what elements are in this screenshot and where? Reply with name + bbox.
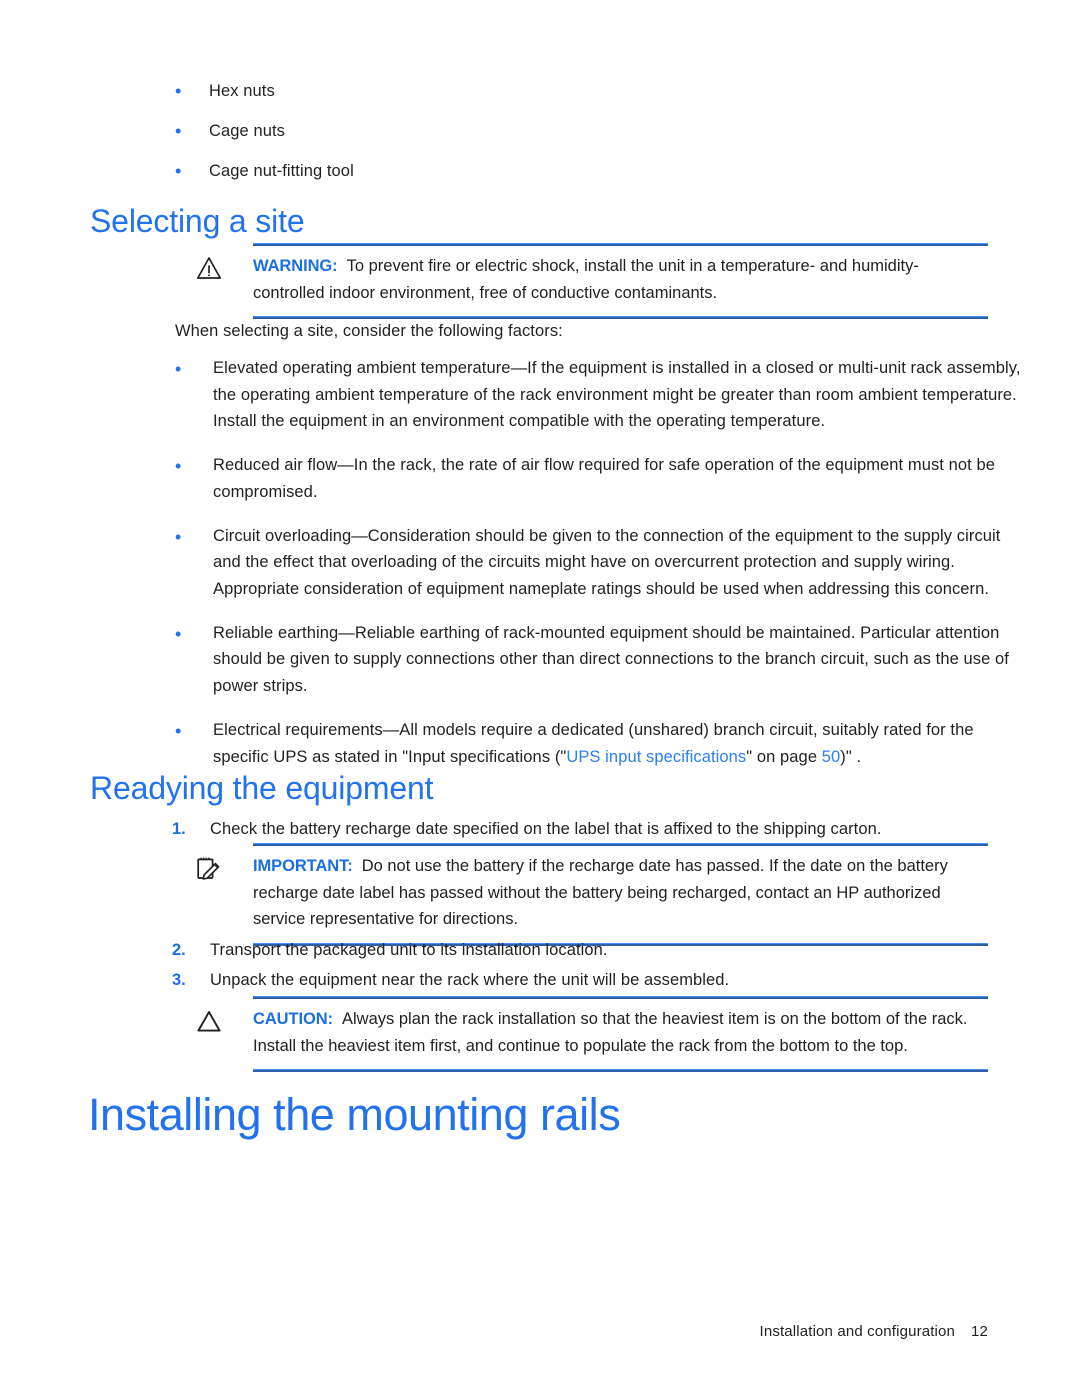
- page-number-link[interactable]: 50: [822, 748, 841, 766]
- bullet-icon: •: [175, 720, 182, 741]
- bullet-icon: •: [175, 120, 182, 141]
- chapter-heading-installing-the-mounting-rails: Installing the mounting rails: [88, 1089, 621, 1140]
- electrical-text-after: )" .: [840, 747, 862, 766]
- step-number: 3.: [172, 971, 186, 989]
- list-item-label: Cage nut-fitting tool: [209, 161, 354, 180]
- list-item: • Hex nuts: [0, 78, 1080, 106]
- warning-note-content: WARNING: To prevent fire or electric shoc…: [196, 246, 988, 310]
- parts-list: • Hex nuts • Cage nuts • Cage nut-fittin…: [0, 78, 1080, 198]
- bullet-icon: •: [175, 160, 182, 181]
- list-item-label: Reliable earthing—Reliable earthing of r…: [213, 623, 1009, 696]
- list-item: • Reliable earthing—Reliable earthing of…: [0, 620, 1080, 700]
- ups-input-specifications-link[interactable]: UPS input specifications: [566, 748, 746, 766]
- warning-label: WARNING:: [253, 257, 338, 275]
- caution-note-box: CAUTION: Always plan the rack installatio…: [196, 996, 988, 1073]
- list-item-label: Electrical requirements—All models requi…: [213, 717, 1028, 770]
- list-item: • Cage nuts: [0, 118, 1080, 146]
- footer-page-number: 12: [971, 1323, 988, 1340]
- important-note-content: IMPORTANT: Do not use the battery if the …: [196, 846, 988, 937]
- warning-body: To prevent fire or electric shock, insta…: [253, 257, 919, 302]
- bullet-icon: •: [175, 359, 182, 379]
- list-item-step-3: 3. Unpack the equipment near the rack wh…: [0, 967, 1080, 994]
- bullet-icon: •: [175, 456, 182, 477]
- list-item: • Cage nut-fitting tool: [0, 158, 1080, 186]
- list-item-step-2: 2. Transport the packaged unit to its in…: [0, 937, 1080, 964]
- section-heading-readying-the-equipment: Readying the equipment: [90, 770, 434, 806]
- section-heading-selecting-a-site: Selecting a site: [90, 203, 305, 239]
- list-item-label: Reduced air flow—In the rack, the rate o…: [213, 456, 995, 501]
- list-item-label: Circuit overloading—Consideration should…: [213, 526, 1001, 599]
- note-pencil-icon: [196, 853, 253, 882]
- list-item: • Reduced air flow—In the rack, the rate…: [0, 452, 1080, 505]
- document-page: • Hex nuts • Cage nuts • Cage nut-fittin…: [0, 0, 1080, 1397]
- caution-note-content: CAUTION: Always plan the rack installatio…: [196, 999, 988, 1063]
- caution-triangle-icon: [196, 1006, 253, 1033]
- important-label: IMPORTANT:: [253, 857, 353, 875]
- step-label: Transport the packaged unit to its insta…: [210, 941, 608, 959]
- bullet-icon: •: [175, 526, 182, 547]
- note-rule-bottom: [253, 1069, 988, 1073]
- list-item-label: Cage nuts: [209, 121, 285, 140]
- list-item: • Elevated operating ambient temperature…: [0, 355, 1080, 435]
- step-label: Unpack the equipment near the rack where…: [210, 971, 730, 989]
- selecting-site-intro: When selecting a site, consider the foll…: [175, 322, 563, 340]
- list-item-label: Hex nuts: [209, 82, 275, 100]
- page-footer: Installation and configuration 12: [760, 1323, 988, 1340]
- caution-note-text: CAUTION: Always plan the rack installatio…: [253, 1006, 988, 1059]
- warning-note-text: WARNING: To prevent fire or electric shoc…: [253, 253, 988, 306]
- step-number: 1.: [172, 820, 186, 838]
- bullet-icon: •: [175, 623, 182, 644]
- list-item-step-1: 1. Check the battery recharge date speci…: [0, 816, 1080, 843]
- list-item-electrical-requirements: • Electrical requirements—All models req…: [0, 717, 1080, 770]
- footer-chapter-label: Installation and configuration: [759, 1323, 955, 1340]
- important-note-text: IMPORTANT: Do not use the battery if the …: [253, 853, 988, 933]
- step-label: Check the battery recharge date specifie…: [210, 820, 882, 838]
- caution-label: CAUTION:: [253, 1010, 333, 1028]
- list-item-label: Elevated operating ambient temperature—I…: [213, 359, 1021, 431]
- site-factors-list: • Elevated operating ambient temperature…: [0, 355, 1080, 787]
- warning-triangle-icon: [196, 253, 253, 280]
- bullet-icon: •: [175, 81, 182, 101]
- caution-body: Always plan the rack installation so tha…: [253, 1010, 968, 1055]
- list-item: • Circuit overloading—Consideration shou…: [0, 523, 1080, 603]
- important-body: Do not use the battery if the recharge d…: [253, 857, 948, 929]
- step-number: 2.: [172, 941, 186, 959]
- electrical-text-middle: " on page: [746, 747, 822, 766]
- warning-note-box: WARNING: To prevent fire or electric shoc…: [196, 243, 988, 320]
- important-note-box: IMPORTANT: Do not use the battery if the …: [196, 843, 988, 947]
